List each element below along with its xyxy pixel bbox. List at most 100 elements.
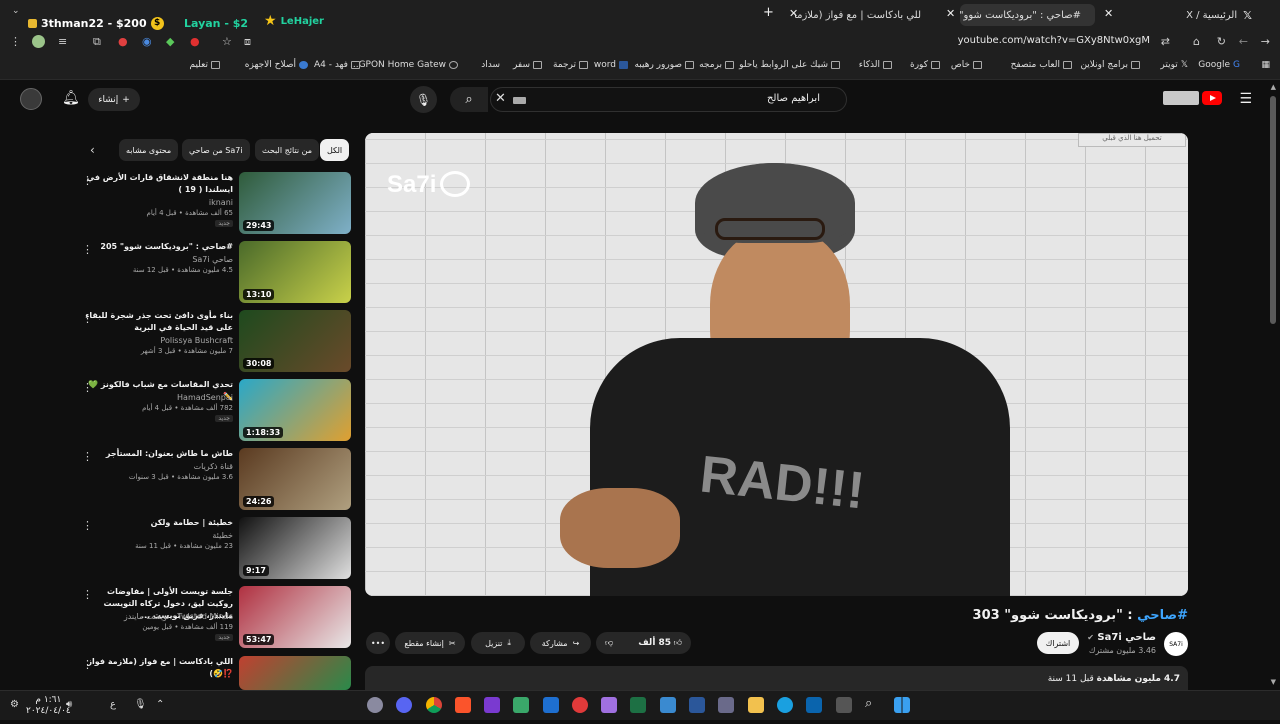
related-video-item[interactable]: 9:17 خطيئة | حطامة ولكن خطيئة 23 مليون مشاه… xyxy=(80,517,355,585)
bookmark-folder[interactable]: كورة xyxy=(910,60,940,70)
subscribe-button[interactable]: اشتراك xyxy=(1037,632,1079,654)
page-scrollbar-thumb[interactable] xyxy=(1270,96,1276,324)
bookmark-gpon[interactable]: GPON Home Gatew... xyxy=(350,60,458,70)
bookmark-folder[interactable]: برامج اونلاين xyxy=(1080,60,1140,70)
video-thumbnail[interactable] xyxy=(239,656,351,690)
close-tab-icon[interactable]: ✕ xyxy=(789,7,798,20)
bookmark-folder[interactable]: تعليم xyxy=(189,60,220,70)
bookmark-folder[interactable]: الذكاء xyxy=(859,60,892,70)
excel-icon[interactable] xyxy=(630,697,646,713)
related-channel-name[interactable]: Twisted Minds - تويست مايندز xyxy=(124,612,233,621)
word-icon[interactable] xyxy=(689,697,705,713)
settings-gear-icon[interactable]: ⚙ xyxy=(10,699,19,710)
bookmark-google[interactable]: G Google xyxy=(1198,60,1240,70)
clear-search-icon[interactable]: ✕ xyxy=(495,91,506,106)
tab-search-icon[interactable]: ⌄ xyxy=(12,6,20,16)
discord-icon[interactable] xyxy=(396,697,412,713)
video-player[interactable]: RAD!!! Sa7i تحميل هنا الذي قبلي xyxy=(365,133,1188,596)
new-tab-button[interactable]: + xyxy=(763,5,774,20)
related-channel-name[interactable]: Polissya Bushcraft xyxy=(160,336,233,345)
video-thumbnail[interactable]: 53:47 xyxy=(239,586,351,648)
related-channel-name[interactable]: قناة ذكريات xyxy=(194,462,233,471)
scroll-down-icon[interactable]: ▼ xyxy=(1271,678,1276,686)
hashtag-link[interactable]: #صاحي xyxy=(1137,608,1188,623)
clip-button[interactable]: ✂ إنشاء مقطع xyxy=(395,632,465,654)
chip-from-channel[interactable]: من صاحي Sa7i xyxy=(182,139,250,161)
more-options-kebab-icon[interactable]: ⋮ xyxy=(82,519,93,532)
app-icon[interactable] xyxy=(543,697,559,713)
app-icon[interactable] xyxy=(836,697,852,713)
more-options-kebab-icon[interactable]: ⋮ xyxy=(82,243,93,256)
reader-icon[interactable]: ≡ xyxy=(58,35,67,48)
video-thumbnail[interactable]: 9:17 xyxy=(239,517,351,579)
chips-scroll-left-icon[interactable]: ‹ xyxy=(90,143,95,157)
site-info-icon[interactable]: ⇄ xyxy=(1161,35,1170,48)
like-group[interactable]: 👍︎ 85 ألف xyxy=(638,638,682,648)
chip-from-search[interactable]: من نتائج البحث xyxy=(255,139,320,161)
opera-icon[interactable]: ● xyxy=(190,35,200,48)
system-clock[interactable]: ١:٦١ م ٢٠٢٤/٠٤/٠٤ xyxy=(26,695,71,717)
forward-icon[interactable]: ← xyxy=(1239,35,1248,48)
more-options-kebab-icon[interactable]: ⋮ xyxy=(82,658,93,671)
adblock-icon[interactable]: ● xyxy=(118,35,128,48)
chip-similar[interactable]: محتوى مشابه xyxy=(119,139,179,161)
start-windows-icon[interactable] xyxy=(894,697,910,713)
microphone-icon[interactable]: 🎙︎ xyxy=(134,699,147,710)
bookmark-folder[interactable]: صورور رهيبه xyxy=(634,60,694,70)
more-options-kebab-icon[interactable]: ⋮ xyxy=(82,174,93,187)
bookmark-repair[interactable]: أصلاح الاجهزه xyxy=(245,60,308,70)
app-icon[interactable] xyxy=(601,697,617,713)
related-video-item[interactable]: 29:43 هنا منطقة لانشقاق قارات الأرض في اي… xyxy=(80,172,355,240)
voice-search-mic-icon[interactable]: 🎙︎ xyxy=(410,86,437,113)
bookmark-word[interactable]: word xyxy=(594,60,628,70)
search-input[interactable]: ✕ ابراهيم صالح xyxy=(490,87,847,112)
thumbs-down-icon[interactable]: 👎︎ xyxy=(605,638,613,648)
bookmarks-menu-icon[interactable]: ▦ xyxy=(1261,60,1270,70)
home-icon[interactable]: ⌂ xyxy=(1193,35,1200,48)
scroll-up-icon[interactable]: ▲ xyxy=(1271,83,1276,91)
url-text[interactable]: youtube.com/watch?v=GXy8Ntw0xgM xyxy=(958,35,1150,46)
bookmark-twitter[interactable]: 𝕏 تويتر xyxy=(1160,60,1188,70)
volume-icon[interactable]: 🔊︎ xyxy=(66,699,72,710)
create-button[interactable]: + إنشاء xyxy=(88,88,140,111)
bookmark-folder[interactable]: العاب متصفح xyxy=(1011,60,1072,70)
download-button[interactable]: ⤓ تنزيل xyxy=(471,632,525,654)
app-icon[interactable] xyxy=(484,697,500,713)
player-overlay-badge[interactable]: تحميل هنا الذي قبلي xyxy=(1078,133,1186,147)
account-avatar[interactable] xyxy=(20,88,42,110)
close-tab-icon[interactable]: ✕ xyxy=(1104,7,1113,20)
app-icon[interactable] xyxy=(513,697,529,713)
extension-icon[interactable] xyxy=(32,35,45,48)
keyboard-icon[interactable] xyxy=(513,97,526,104)
more-options-kebab-icon[interactable]: ⋮ xyxy=(82,588,93,601)
bookmark-sadad[interactable]: سداد xyxy=(481,60,500,70)
bookmark-folder[interactable]: برمجه xyxy=(699,60,734,70)
bookmark-folder[interactable]: ترجمة xyxy=(553,60,588,70)
vpn-icon[interactable]: ◆ xyxy=(166,35,174,48)
related-channel-name[interactable]: iknani xyxy=(209,198,233,207)
menu-dots-icon[interactable]: ⋮ xyxy=(10,35,21,48)
video-thumbnail[interactable]: 30:08 xyxy=(239,310,351,372)
related-video-title[interactable]: #صاحي : "بروديكاست شوو" 205 xyxy=(83,241,233,253)
video-thumbnail[interactable]: 13:10 xyxy=(239,241,351,303)
related-video-item[interactable]: 13:10 #صاحي : "بروديكاست شوو" 205 صاحي Sa7… xyxy=(80,241,355,309)
bookmark-folder[interactable]: فهد - A4 xyxy=(314,60,360,70)
channel-avatar[interactable]: SA7i xyxy=(1164,632,1188,656)
back-icon[interactable]: → xyxy=(1261,35,1270,48)
related-video-title[interactable]: هنا منطقة لانشقاق قارات الأرض في ايسلندا… xyxy=(83,172,233,196)
audio-icon[interactable]: ◉ xyxy=(142,35,152,48)
related-channel-name[interactable]: خطيئة xyxy=(212,531,233,540)
install-icon[interactable]: ⧈ xyxy=(244,35,251,49)
taskbar-app-settings-icon[interactable] xyxy=(367,697,383,713)
outlook-icon[interactable] xyxy=(806,697,822,713)
bookmark-star-icon[interactable]: ☆ xyxy=(222,35,232,48)
channel-name[interactable]: صاحي Sa7i ✔ xyxy=(1087,632,1156,643)
related-video-item[interactable]: 24:26 طاش ما طاش بعنوان: المستأجر قناة ذكر… xyxy=(80,448,355,516)
search-icon[interactable]: ⌕ xyxy=(865,696,872,711)
related-video-item[interactable]: 30:08 بناء مأوى دافئ تحت جذر شجرة للبقاء … xyxy=(80,310,355,378)
video-thumbnail[interactable]: 29:43 xyxy=(239,172,351,234)
video-thumbnail[interactable]: 24:26 xyxy=(239,448,351,510)
related-video-title[interactable]: خطيئة | حطامة ولكن xyxy=(83,517,233,529)
related-video-item[interactable]: 53:47 جلسة تويست الأولى | مفاوضات روكيت ل… xyxy=(80,586,355,654)
more-options-kebab-icon[interactable]: ⋮ xyxy=(82,381,93,394)
